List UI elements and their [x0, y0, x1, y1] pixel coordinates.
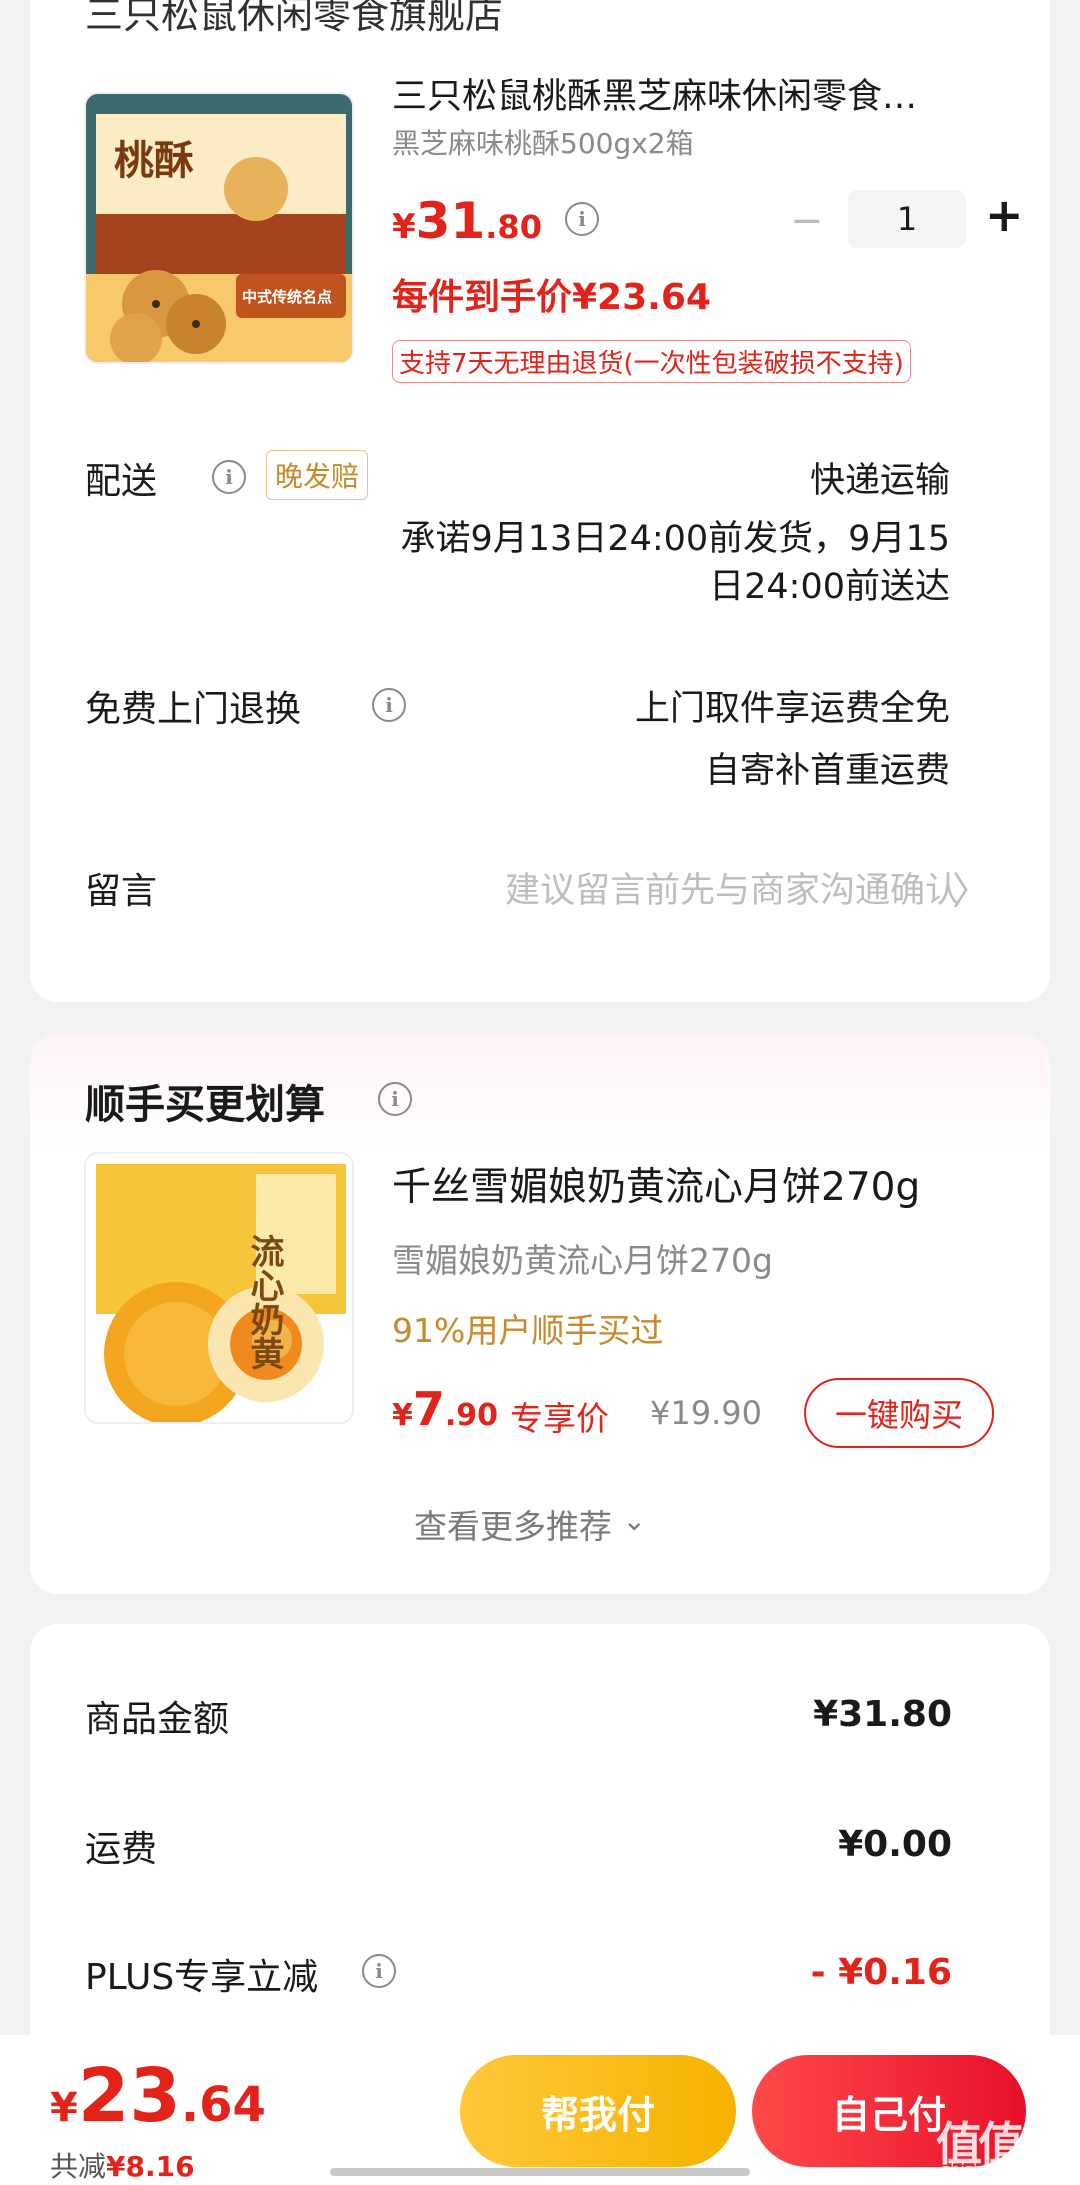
recommend-product-spec: 雪媚娘奶黄流心月饼270g [392, 1241, 773, 1280]
more-recommendations-link[interactable]: 查看更多推荐 ⌄ [414, 1500, 646, 1548]
checkout-bar: ¥23.64 共减¥8.16 帮我付 自己付 [0, 2035, 1080, 2185]
peach-cake-box-image: 桃酥 中式传统名点 [86, 94, 352, 362]
recommend-social-proof: 91%用户顺手买过 [392, 1311, 664, 1350]
free-return-label: 免费上门退换 [85, 689, 302, 730]
chevron-down-icon: ⌄ [622, 1504, 646, 1537]
recommend-title: 顺手买更划算 [85, 1082, 325, 1128]
delivery-method: 快递运输 [809, 461, 950, 501]
return-policy-tag: 支持7天无理由退货(一次性包装破损不支持) [392, 340, 911, 383]
svg-text:流心奶黄: 流心奶黄 [244, 1234, 284, 1370]
price-info-icon[interactable]: i [565, 202, 599, 236]
mooncake-image: 流心奶黄 [86, 1154, 352, 1422]
delivery-promise-line1: 承诺9月13日24:00前发货，9月15 [400, 519, 950, 559]
recommend-price: ¥7.90 [392, 1382, 499, 1436]
product-title[interactable]: 三只松鼠桃酥黑芝麻味休闲零食… [392, 68, 992, 119]
late-delivery-compensation-tag[interactable]: 晚发赔 [266, 450, 369, 500]
product-price: ¥31.80 [392, 192, 542, 250]
product-image[interactable]: 桃酥 中式传统名点 [84, 92, 354, 364]
summary-plus-discount-label: PLUS专享立减 [85, 1957, 319, 1998]
unit-final-price: 每件到手价¥23.64 [392, 277, 711, 318]
message-label: 留言 [85, 871, 158, 912]
delivery-promise-line2: 日24:00前送达 [709, 567, 950, 607]
svg-text:中式传统名点: 中式传统名点 [242, 288, 332, 306]
message-input[interactable]: 建议留言前先与商家沟通确认 [505, 862, 960, 913]
total-price: ¥23.64 [50, 2053, 266, 2139]
plus-discount-info-icon[interactable]: i [362, 1954, 396, 1988]
total-saved: 共减¥8.16 [50, 2150, 195, 2183]
summary-goods-label: 商品金额 [85, 1699, 230, 1740]
recommend-info-icon[interactable]: i [378, 1082, 412, 1116]
summary-goods-value: ¥31.80 [813, 1694, 952, 1735]
recommend-card: 顺手买更划算 i 流心奶黄 千丝雪媚娘奶黄流心月饼270g 雪媚娘奶黄流心月饼2… [30, 1034, 1050, 1594]
exclusive-price-label: 专享价 [510, 1399, 609, 1438]
site-watermark-url: zhizhizhi.com [941, 2160, 1050, 2179]
original-price: ¥19.90 [650, 1394, 762, 1432]
summary-plus-discount-value: - ¥0.16 [810, 1952, 952, 1993]
delivery-label: 配送 [85, 461, 158, 502]
free-return-info-icon[interactable]: i [372, 688, 406, 722]
recommend-product-image[interactable]: 流心奶黄 [84, 1152, 354, 1424]
quantity-input[interactable]: 1 [848, 190, 966, 248]
summary-shipping-value: ¥0.00 [838, 1824, 952, 1865]
summary-shipping-label: 运费 [85, 1829, 158, 1870]
recommend-product-title[interactable]: 千丝雪媚娘奶黄流心月饼270g [392, 1156, 920, 1212]
shop-name[interactable]: 三只松鼠休闲零食旗舰店 [85, 0, 503, 39]
delivery-info-icon[interactable]: i [212, 460, 246, 494]
quantity-increase-button[interactable]: + [985, 188, 1024, 242]
order-card: 三只松鼠休闲零食旗舰店 桃酥 中式传统名点 三只松鼠桃酥黑芝麻味休闲零食… 黑芝… [30, 0, 1050, 1002]
friend-pay-button[interactable]: 帮我付 [460, 2055, 736, 2167]
one-click-buy-button[interactable]: 一键购买 [804, 1378, 994, 1448]
quantity-decrease-button[interactable]: − [790, 198, 824, 244]
chevron-right-icon[interactable]: 〉 [952, 860, 990, 915]
product-spec[interactable]: 黑芝麻味桃酥500gx2箱 [392, 122, 694, 162]
free-return-line1: 上门取件享运费全免 [634, 689, 950, 729]
svg-text:桃酥: 桃酥 [114, 138, 194, 184]
free-return-line2: 自寄补首重运费 [704, 751, 950, 791]
home-indicator[interactable] [330, 2168, 750, 2176]
